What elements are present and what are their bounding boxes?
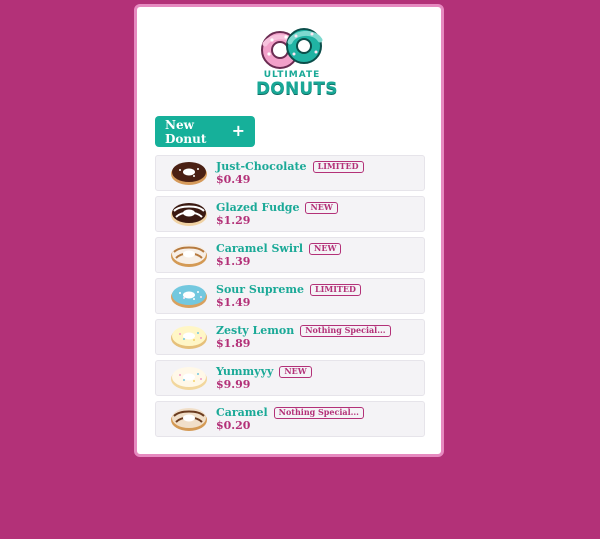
item-price: $1.49	[216, 296, 251, 309]
logo-text-donuts: DONUTS	[256, 79, 338, 99]
caramel-swirl-donut-icon	[168, 240, 210, 270]
donut-list-item[interactable]: Yummyyy NEW $9.99	[155, 360, 425, 396]
item-name: Yummyyy	[216, 365, 274, 378]
ultimate-donuts-logo: ULTIMATE DONUTS	[256, 26, 338, 102]
donut-list-item[interactable]: Caramel Nothing Special... $0.20	[155, 401, 425, 437]
status-badge: NEW	[279, 365, 312, 378]
item-name: Just-Chocolate	[216, 160, 307, 173]
item-name: Glazed Fudge	[216, 201, 300, 214]
item-price: $9.99	[216, 378, 251, 391]
zesty-lemon-donut-icon	[168, 322, 210, 352]
donut-list-item[interactable]: Just-Chocolate LIMITED $0.49	[155, 155, 425, 191]
item-price: $1.89	[216, 337, 251, 350]
status-badge: NEW	[305, 201, 338, 214]
donut-list-item[interactable]: Caramel Swirl NEW $1.39	[155, 237, 425, 273]
status-badge: Nothing Special...	[273, 406, 364, 419]
sour-supreme-donut-icon	[168, 281, 210, 311]
item-name: Caramel Swirl	[216, 242, 304, 255]
new-donut-button[interactable]: New Donut +	[155, 116, 255, 147]
caramel-donut-icon	[168, 404, 210, 434]
chocolate-donut-icon	[168, 158, 210, 188]
status-badge: LIMITED	[312, 160, 364, 173]
item-name: Caramel	[216, 406, 268, 419]
item-price: $0.20	[216, 419, 251, 432]
item-name: Sour Supreme	[216, 283, 304, 296]
donut-logo-icon	[261, 28, 323, 69]
donut-list-item[interactable]: Glazed Fudge NEW $1.29	[155, 196, 425, 232]
fudge-drizzle-donut-icon	[168, 199, 210, 229]
donut-list-item[interactable]: Sour Supreme LIMITED $1.49	[155, 278, 425, 314]
status-badge: Nothing Special...	[300, 324, 391, 337]
item-name: Zesty Lemon	[216, 324, 295, 337]
item-price: $1.29	[216, 214, 251, 227]
donut-list: Just-Chocolate LIMITED $0.49 Glazed Fudg…	[155, 155, 425, 437]
yummyyy-donut-icon	[168, 363, 210, 393]
status-badge: NEW	[309, 242, 342, 255]
status-badge: LIMITED	[309, 283, 361, 296]
donut-menu-panel: ULTIMATE DONUTS New Donut + Just-Chocola…	[134, 4, 444, 457]
plus-icon: +	[231, 120, 245, 140]
new-donut-label: New Donut	[165, 117, 207, 146]
item-price: $1.39	[216, 255, 251, 268]
item-price: $0.49	[216, 173, 251, 186]
donut-list-item[interactable]: Zesty Lemon Nothing Special... $1.89	[155, 319, 425, 355]
